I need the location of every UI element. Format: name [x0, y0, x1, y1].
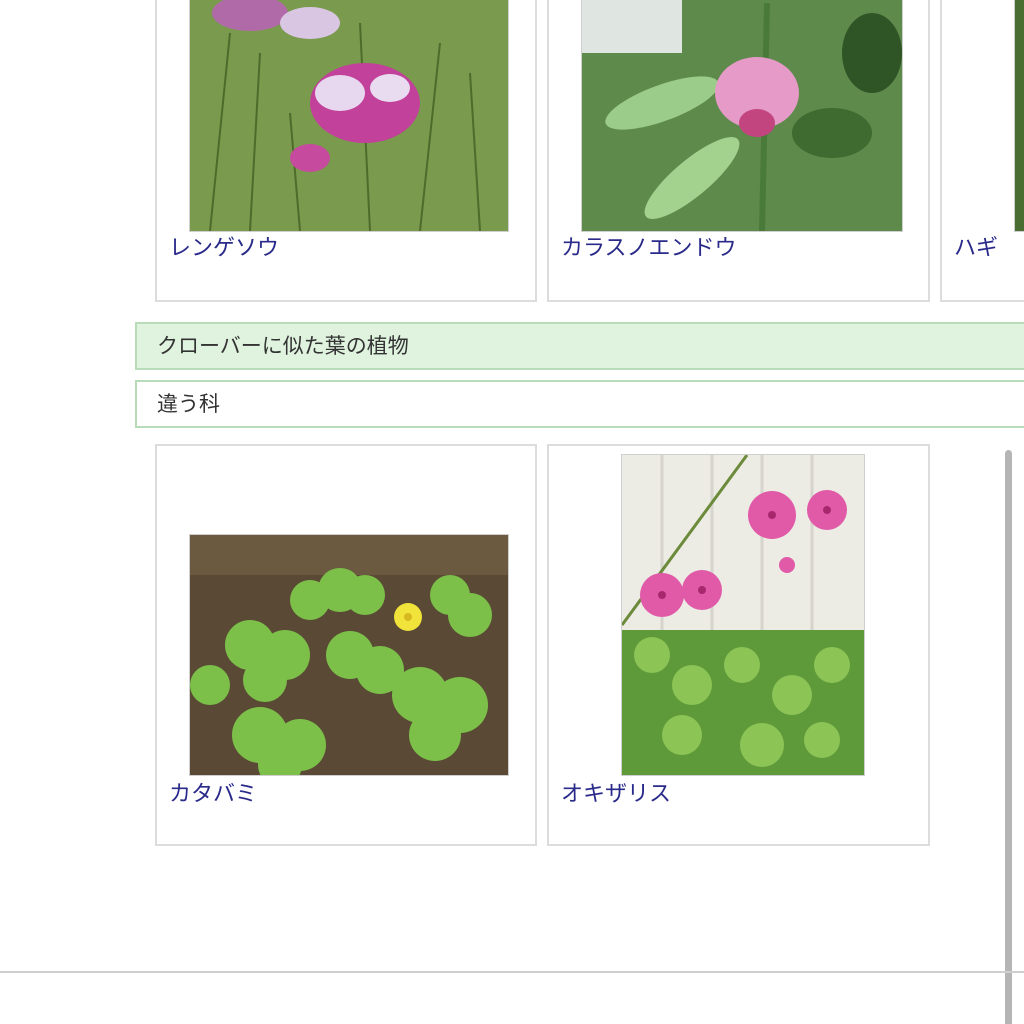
oxalis-caption[interactable]: オキザリス [561, 776, 671, 808]
plant-card-oxalis[interactable]: オキザリス [547, 444, 930, 846]
plant-card-renge[interactable]: レンゲソウ [155, 0, 537, 302]
vertical-scrollbar[interactable] [1005, 450, 1012, 1024]
section-subtitle-bar: 違う科 [135, 380, 1024, 428]
katabami-photo[interactable] [189, 534, 509, 776]
footer-divider [0, 971, 1024, 973]
renge-photo[interactable] [189, 0, 509, 232]
hagi-caption[interactable]: ハギ [954, 230, 998, 262]
page: レンゲソウ カラスノエンドウ ハギ クローバーに似た葉の植物 違う科 カタバミ … [0, 0, 1024, 1024]
katabami-caption[interactable]: カタバミ [169, 776, 257, 808]
plant-card-katabami[interactable]: カタバミ [155, 444, 537, 846]
oxalis-photo[interactable] [621, 454, 865, 776]
section-title: クローバーに似た葉の植物 [157, 334, 409, 358]
karasunoendou-photo[interactable] [581, 0, 903, 232]
plant-card-hagi[interactable]: ハギ [940, 0, 1024, 302]
plant-card-karasunoendou[interactable]: カラスノエンドウ [547, 0, 930, 302]
section-title-bar: クローバーに似た葉の植物 [135, 322, 1024, 370]
hagi-photo[interactable] [1014, 0, 1024, 232]
karasunoendou-caption[interactable]: カラスノエンドウ [561, 230, 737, 262]
section-subtitle: 違う科 [157, 392, 220, 416]
renge-caption[interactable]: レンゲソウ [169, 230, 279, 262]
